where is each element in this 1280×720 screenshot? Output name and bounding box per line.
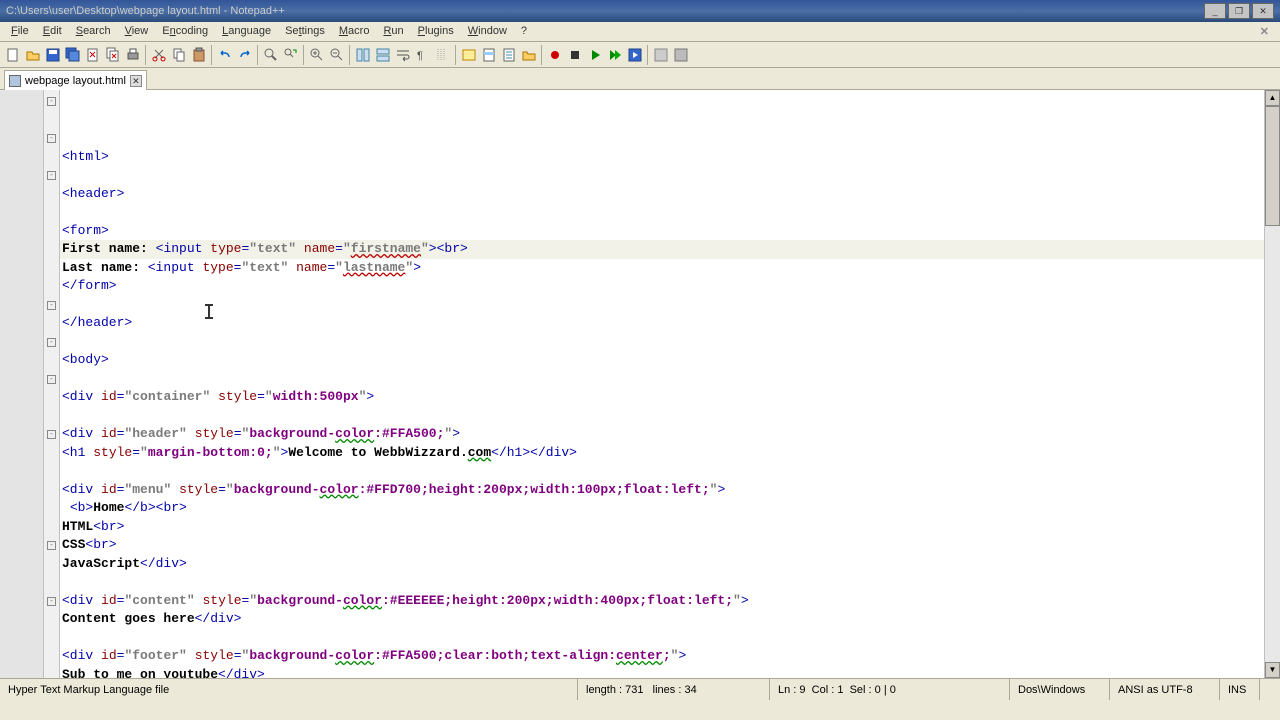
user-lang-button[interactable]	[459, 45, 479, 65]
status-bar: Hyper Text Markup Language file length :…	[0, 678, 1280, 700]
save-all-button[interactable]	[63, 45, 83, 65]
show-all-chars-button[interactable]: ¶	[413, 45, 433, 65]
print-button[interactable]	[123, 45, 143, 65]
play-multi-button[interactable]	[605, 45, 625, 65]
file-type-icon	[9, 75, 21, 87]
redo-button[interactable]	[235, 45, 255, 65]
menu-bar: FFileile Edit Search View Encoding Langu…	[0, 22, 1280, 42]
tab-label: webpage layout.html	[25, 75, 126, 87]
vertical-scrollbar[interactable]: ▲ ▼	[1264, 90, 1280, 678]
editor[interactable]: - - - - - - - - - <html> <header> <form>…	[0, 90, 1280, 678]
toolbar: ¶	[0, 42, 1280, 68]
minimize-button[interactable]: _	[1204, 3, 1226, 19]
menu-settings[interactable]: Settings	[278, 24, 332, 39]
toolbar-separator	[455, 45, 457, 65]
cut-button[interactable]	[149, 45, 169, 65]
menu-help[interactable]: ?	[514, 24, 534, 39]
close-all-button[interactable]	[103, 45, 123, 65]
replace-button[interactable]	[281, 45, 301, 65]
zoom-out-button[interactable]	[327, 45, 347, 65]
extra-button-1[interactable]	[651, 45, 671, 65]
func-list-button[interactable]	[499, 45, 519, 65]
scroll-down-icon[interactable]: ▼	[1265, 662, 1280, 678]
close-file-button[interactable]	[83, 45, 103, 65]
menu-edit[interactable]: Edit	[36, 24, 69, 39]
new-file-button[interactable]	[3, 45, 23, 65]
status-insert-mode: INS	[1220, 679, 1260, 700]
find-button[interactable]	[261, 45, 281, 65]
code-content: <html> <header> <form> First name: <inpu…	[62, 148, 1262, 679]
menu-run[interactable]: Run	[376, 24, 410, 39]
status-encoding: ANSI as UTF-8	[1110, 679, 1220, 700]
tab-bar: webpage layout.html ✕	[0, 68, 1280, 90]
folder-ws-button[interactable]	[519, 45, 539, 65]
fold-gutter[interactable]: - - - - - - - - -	[44, 90, 60, 678]
status-position: Ln : 9 Col : 1 Sel : 0 | 0	[770, 679, 1010, 700]
open-file-button[interactable]	[23, 45, 43, 65]
word-wrap-button[interactable]	[393, 45, 413, 65]
menu-search[interactable]: Search	[69, 24, 118, 39]
status-length-lines: length : 731 lines : 34	[578, 679, 770, 700]
line-number-gutter	[0, 90, 44, 678]
sync-v-button[interactable]	[353, 45, 373, 65]
play-macro-button[interactable]	[585, 45, 605, 65]
toolbar-separator	[647, 45, 649, 65]
toolbar-separator	[303, 45, 305, 65]
doc-map-button[interactable]	[479, 45, 499, 65]
tab-close-icon[interactable]: ✕	[130, 75, 142, 87]
close-window-button[interactable]: ✕	[1252, 3, 1274, 19]
menu-macro[interactable]: Macro	[332, 24, 377, 39]
code-area[interactable]: <html> <header> <form> First name: <inpu…	[60, 90, 1264, 678]
status-filetype: Hyper Text Markup Language file	[0, 679, 578, 700]
sync-h-button[interactable]	[373, 45, 393, 65]
status-eol: Dos\Windows	[1010, 679, 1110, 700]
maximize-button[interactable]: ❐	[1228, 3, 1250, 19]
menu-file[interactable]: FFileile	[4, 24, 36, 39]
paste-button[interactable]	[189, 45, 209, 65]
menu-window[interactable]: Window	[461, 24, 514, 39]
save-button[interactable]	[43, 45, 63, 65]
menu-encoding[interactable]: Encoding	[155, 24, 215, 39]
toolbar-separator	[145, 45, 147, 65]
menu-view[interactable]: View	[118, 24, 156, 39]
svg-text:¶: ¶	[417, 50, 423, 62]
extra-button-2[interactable]	[671, 45, 691, 65]
scroll-thumb[interactable]	[1265, 106, 1280, 226]
indent-guide-button[interactable]	[433, 45, 453, 65]
menu-language[interactable]: Language	[215, 24, 278, 39]
stop-macro-button[interactable]	[565, 45, 585, 65]
copy-button[interactable]	[169, 45, 189, 65]
toolbar-separator	[257, 45, 259, 65]
toolbar-separator	[349, 45, 351, 65]
menu-plugins[interactable]: Plugins	[411, 24, 461, 39]
title-bar: C:\Users\user\Desktop\webpage layout.htm…	[0, 0, 1280, 22]
toolbar-separator	[211, 45, 213, 65]
window-title: C:\Users\user\Desktop\webpage layout.htm…	[6, 5, 285, 17]
menu-close-x[interactable]: ✕	[1253, 24, 1276, 39]
undo-button[interactable]	[215, 45, 235, 65]
window-buttons: _ ❐ ✕	[1204, 3, 1274, 19]
record-macro-button[interactable]	[545, 45, 565, 65]
toolbar-separator	[541, 45, 543, 65]
file-tab[interactable]: webpage layout.html ✕	[4, 70, 147, 90]
zoom-in-button[interactable]	[307, 45, 327, 65]
save-macro-button[interactable]	[625, 45, 645, 65]
scroll-up-icon[interactable]: ▲	[1265, 90, 1280, 106]
